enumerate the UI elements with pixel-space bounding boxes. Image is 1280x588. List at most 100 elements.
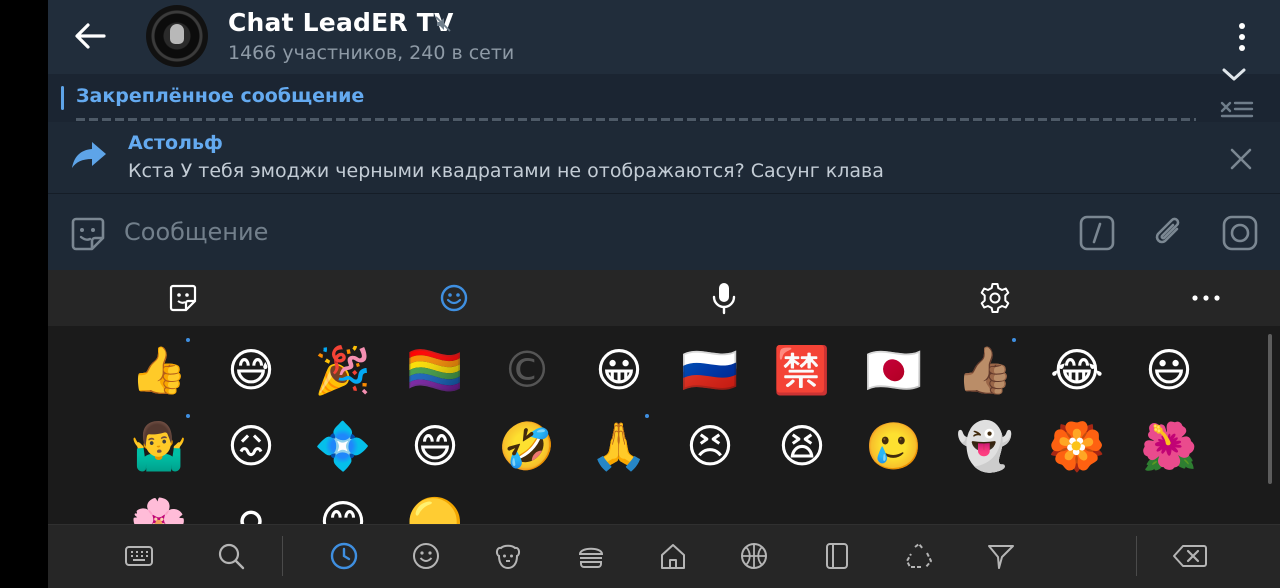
sticker-tab-button[interactable] <box>166 281 200 315</box>
category-food[interactable] <box>576 541 606 571</box>
building-icon <box>661 544 685 569</box>
close-icon <box>1230 148 1252 170</box>
emoji-key[interactable]: 🇯🇵 <box>862 338 926 402</box>
more-horizontal-icon <box>1192 295 1220 301</box>
pinned-message-bar[interactable]: Закреплённое сообщение <box>48 74 1280 122</box>
chat-avatar[interactable] <box>146 5 208 67</box>
pinned-list-button[interactable] <box>1220 99 1254 121</box>
microphone-icon <box>712 283 736 315</box>
bot-commands-button[interactable] <box>1079 215 1115 251</box>
emoji-key[interactable]: 🥲 <box>862 414 926 478</box>
emoji-panel: 👍 😅 🎉 🏳️‍🌈 © 😀 🇷🇺 🈲 🇯🇵 👍🏽 😂 😃 🤷‍♂️ 😖 💠 😄 🤣 🙏 😣 😫 🥲 👻 🏵️ 🌺 🌸 ⚪ 😊 🟡 <box>48 326 1280 524</box>
emoji-search-button[interactable] <box>216 541 246 571</box>
message-composer: Сообщение <box>48 194 1280 270</box>
emoji-key[interactable]: 😣 <box>678 414 742 478</box>
voice-input-button[interactable] <box>707 281 741 315</box>
skin-tone-indicator <box>1012 338 1016 342</box>
emoji-icon <box>440 284 468 312</box>
emoji-key[interactable]: 🌸 <box>127 490 191 524</box>
slash-command-icon <box>1079 215 1115 251</box>
emoji-key[interactable]: 🌺 <box>1137 414 1201 478</box>
flag-icon <box>988 545 1014 569</box>
telegram-chat-screen: Chat LeadER TV 1466 участников, 240 в се… <box>48 0 1280 588</box>
reply-arrow-icon <box>70 140 108 170</box>
skin-tone-indicator <box>186 414 190 418</box>
emoji-key[interactable]: 🤣 <box>495 414 559 478</box>
chevron-down-icon <box>1222 68 1246 81</box>
pinned-list-icon <box>1220 101 1254 118</box>
chat-header: Chat LeadER TV 1466 участников, 240 в се… <box>48 0 1280 74</box>
category-symbols[interactable] <box>904 541 934 571</box>
close-reply-button[interactable] <box>1230 148 1252 170</box>
sports-ball-icon <box>741 543 767 569</box>
paperclip-icon <box>1155 217 1180 244</box>
more-menu-button[interactable] <box>1234 22 1250 52</box>
emoji-key[interactable]: 😄 <box>403 414 467 478</box>
more-vertical-icon <box>1239 23 1245 51</box>
category-divider <box>282 536 283 576</box>
objects-icon <box>826 543 848 569</box>
emoji-key[interactable]: 🈲 <box>770 338 834 402</box>
emoji-key[interactable]: 😃 <box>1137 338 1201 402</box>
chat-member-count: 1466 участников, 240 в сети <box>228 42 515 64</box>
category-divider <box>1136 536 1137 576</box>
pinned-label: Закреплённое сообщение <box>76 85 365 107</box>
reply-text: Кста У тебя эмоджи черными квадратами не… <box>128 160 884 182</box>
reply-preview: Астольф Кста У тебя эмоджи черными квадр… <box>48 122 1280 194</box>
emoji-tab-button[interactable] <box>437 281 471 315</box>
category-smileys[interactable] <box>411 541 441 571</box>
category-recent[interactable] <box>329 541 359 571</box>
recent-clock-icon <box>330 542 358 570</box>
emoji-key[interactable]: 😂 <box>1045 338 1109 402</box>
category-objects[interactable] <box>822 541 852 571</box>
pinned-text-preview <box>76 112 1196 122</box>
emoji-key[interactable]: 💠 <box>311 414 375 478</box>
emoji-key[interactable]: 👍 <box>127 338 191 402</box>
reply-author: Астольф <box>128 132 223 154</box>
emoji-toggle-button[interactable] <box>70 216 106 252</box>
chat-title[interactable]: Chat LeadER TV <box>228 8 454 37</box>
emoji-key[interactable]: 👍🏽 <box>953 338 1017 402</box>
sticker-icon <box>71 217 105 251</box>
food-icon <box>578 547 604 568</box>
scroll-down-button[interactable] <box>1220 64 1248 86</box>
emoji-key[interactable]: 😅 <box>219 338 283 402</box>
search-icon <box>218 543 245 570</box>
emoji-key[interactable]: 🏵️ <box>1045 414 1109 478</box>
switch-keyboard-button[interactable] <box>124 541 154 571</box>
category-places[interactable] <box>658 541 688 571</box>
back-button[interactable] <box>72 16 108 56</box>
keyboard-settings-button[interactable] <box>978 281 1012 315</box>
emoji-key[interactable]: © <box>495 338 559 402</box>
emoji-key[interactable]: ⚪ <box>219 490 283 524</box>
emoji-key[interactable]: 😊 <box>311 490 375 524</box>
category-activity[interactable] <box>739 541 769 571</box>
message-input[interactable]: Сообщение <box>124 218 268 246</box>
keyboard-more-button[interactable] <box>1189 281 1223 315</box>
pinned-indicator <box>61 86 64 110</box>
category-flags[interactable] <box>986 541 1016 571</box>
settings-icon <box>980 283 1010 313</box>
emoji-key[interactable]: 🟡 <box>403 490 467 524</box>
emoji-key[interactable]: 👻 <box>953 414 1017 478</box>
emoji-key[interactable]: 🏳️‍🌈 <box>403 338 467 402</box>
instagram-camera-icon <box>1222 215 1258 251</box>
arrow-left-icon <box>75 23 106 49</box>
backspace-button[interactable] <box>1172 541 1208 571</box>
emoji-scrollbar[interactable] <box>1268 334 1272 484</box>
emoji-key[interactable]: 😫 <box>770 414 834 478</box>
attach-button[interactable] <box>1151 215 1187 251</box>
smiley-icon <box>413 543 439 569</box>
camera-button[interactable] <box>1222 215 1258 251</box>
emoji-key[interactable]: 🎉 <box>311 338 375 402</box>
emoji-key[interactable]: 🤷‍♂️ <box>127 414 191 478</box>
skin-tone-indicator <box>186 338 190 342</box>
emoji-key[interactable]: 😀 <box>587 338 651 402</box>
emoji-category-bar <box>48 524 1280 588</box>
emoji-key[interactable]: 😖 <box>219 414 283 478</box>
symbols-recycle-icon <box>906 543 932 568</box>
emoji-key[interactable]: 🙏 <box>587 414 651 478</box>
category-animals[interactable] <box>493 541 523 571</box>
emoji-key[interactable]: 🇷🇺 <box>678 338 742 402</box>
animal-icon <box>495 544 521 570</box>
